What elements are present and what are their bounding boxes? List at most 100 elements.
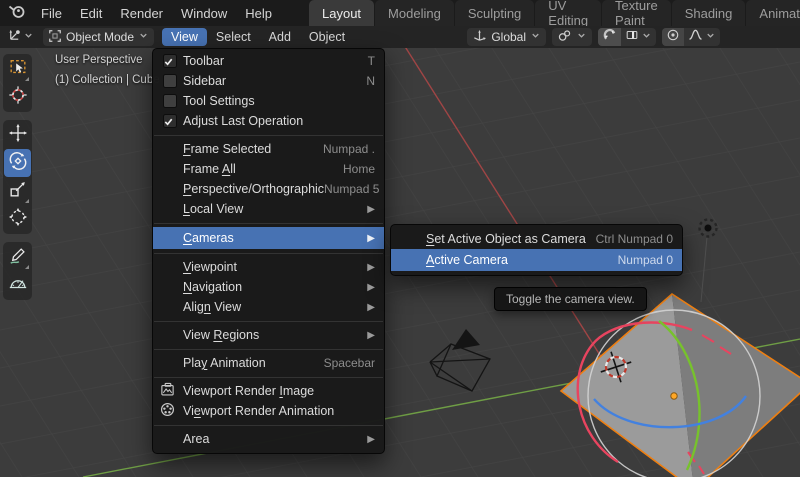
- viewport-menu-view[interactable]: View: [162, 28, 207, 46]
- submenu-arrow-icon: ▶: [367, 433, 375, 445]
- cursor-icon: [8, 85, 28, 110]
- menu-item-perspective-orthographic[interactable]: Perspective/Orthographic Numpad 5: [153, 179, 384, 199]
- chevron-down-icon: [530, 30, 541, 44]
- topbar-menus: File Edit Render Window Help: [32, 0, 281, 26]
- topbar-menu-edit[interactable]: Edit: [71, 0, 111, 26]
- falloff-selector[interactable]: [684, 28, 720, 46]
- menu-item-label: Tool Settings: [183, 94, 255, 108]
- menu-item-hotkey: Numpad 5: [324, 182, 380, 196]
- tab-sculpting[interactable]: Sculpting: [454, 0, 535, 26]
- menu-item-viewport-render-animation[interactable]: Viewport Render Animation: [153, 401, 384, 421]
- menu-item-local-view[interactable]: Local View ▶: [153, 199, 384, 219]
- menu-item-frame-all[interactable]: Frame All Home: [153, 159, 384, 179]
- menu-item-lead: [153, 382, 183, 400]
- viewport-menu-select[interactable]: Select: [207, 28, 260, 46]
- snap-target-icon: [557, 28, 572, 46]
- editor-type-button[interactable]: [4, 26, 37, 48]
- menu-item-label: Play Animation: [183, 356, 266, 370]
- menu-item-label: Frame All: [183, 162, 236, 176]
- viewport-menu-add[interactable]: Add: [260, 28, 300, 46]
- menu-item-view-regions[interactable]: View Regions ▶: [153, 325, 384, 345]
- render-animation-icon: [160, 402, 175, 420]
- tab-modeling[interactable]: Modeling: [375, 0, 454, 26]
- menu-separator: [153, 249, 384, 257]
- chevron-down-icon: [23, 28, 34, 46]
- menu-item-label: Toolbar: [183, 54, 224, 68]
- tool-move[interactable]: [4, 121, 31, 149]
- menu-item-label: Align View: [183, 300, 242, 314]
- menu-item-label: View Regions: [183, 328, 260, 342]
- snap-with-selector[interactable]: [621, 28, 656, 46]
- tool-cursor[interactable]: [4, 83, 31, 111]
- menu-item-frame-selected[interactable]: Frame Selected Numpad .: [153, 139, 384, 159]
- menu-item-align-view[interactable]: Align View ▶: [153, 297, 384, 317]
- tool-transform[interactable]: [4, 205, 31, 233]
- snap-toggle[interactable]: [598, 28, 621, 46]
- menu-item-set-active-object-as-camera[interactable]: Set Active Object as Camera Ctrl Numpad 0: [391, 229, 682, 249]
- menu-item-area[interactable]: Area ▶: [153, 429, 384, 449]
- mode-selector[interactable]: Object Mode: [43, 28, 155, 46]
- menu-item-sidebar[interactable]: Sidebar N: [153, 71, 384, 91]
- viewport-info-collection: (1) Collection | Cube: [55, 74, 160, 86]
- submenu-arrow-icon: ▶: [367, 203, 375, 215]
- tab-uv-editing[interactable]: UV Editing: [535, 0, 602, 28]
- tab-shading[interactable]: Shading: [671, 0, 746, 26]
- falloff-curve-icon: [688, 28, 703, 46]
- measure-icon: [8, 273, 28, 298]
- menu-item-navigation[interactable]: Navigation ▶: [153, 277, 384, 297]
- transform-orientation-selector[interactable]: Global: [467, 28, 546, 46]
- menu-item-cameras[interactable]: Cameras ▶: [153, 227, 384, 249]
- menu-item-tool-settings[interactable]: Tool Settings: [153, 91, 384, 111]
- menu-item-lead: [153, 54, 183, 68]
- checkbox-checked[interactable]: [163, 114, 177, 128]
- topbar: File Edit Render Window Help Layout Modeling S…: [0, 0, 800, 28]
- rotate-icon: [8, 151, 28, 176]
- mode-label: Object Mode: [66, 30, 135, 44]
- sub-tools-indicator: [25, 77, 29, 81]
- tab-layout[interactable]: Layout: [309, 0, 375, 26]
- viewport-menu-object[interactable]: Object: [300, 28, 354, 46]
- topbar-menu-render[interactable]: Render: [111, 0, 172, 26]
- topbar-menu-window[interactable]: Window: [172, 0, 236, 26]
- tool-group: [3, 120, 32, 234]
- menu-item-play-animation[interactable]: Play Animation Spacebar: [153, 353, 384, 373]
- tool-measure[interactable]: [4, 271, 31, 299]
- tool-group: [3, 54, 32, 112]
- tool-scale[interactable]: [4, 177, 31, 205]
- proportional-edit-controls: [662, 28, 720, 46]
- tool-rotate[interactable]: [4, 149, 31, 177]
- editor-type-icon: [7, 27, 22, 47]
- menu-item-adjust-last-operation[interactable]: Adjust Last Operation: [153, 111, 384, 131]
- menu-item-toolbar[interactable]: Toolbar T: [153, 51, 384, 71]
- checkbox-checked[interactable]: [163, 54, 177, 68]
- orientation-icon: [472, 28, 487, 46]
- object-mode-icon: [48, 29, 62, 46]
- menu-item-viewport-render-image[interactable]: Viewport Render Image: [153, 381, 384, 401]
- snap-target-selector[interactable]: [552, 28, 592, 46]
- menu-item-label: Viewport Render Animation: [183, 404, 335, 418]
- chevron-down-icon: [576, 30, 587, 44]
- tab-animation[interactable]: Animation: [746, 0, 800, 26]
- menu-item-active-camera[interactable]: Active Camera Numpad 0: [391, 249, 682, 271]
- tool-select-box[interactable]: [4, 55, 31, 83]
- submenu-arrow-icon: ▶: [367, 281, 375, 293]
- checkbox-unchecked[interactable]: [163, 94, 177, 108]
- tab-texture-paint[interactable]: Texture Paint: [602, 0, 671, 28]
- blender-logo-icon[interactable]: [8, 3, 26, 23]
- orientation-label: Global: [491, 30, 526, 44]
- menu-item-label: Viewport Render Image: [183, 384, 315, 398]
- menu-item-label: Perspective/Orthographic: [183, 182, 325, 196]
- tool-annotate[interactable]: [4, 243, 31, 271]
- checkbox-unchecked[interactable]: [163, 74, 177, 88]
- menu-item-label: Active Camera: [426, 253, 508, 267]
- proportional-edit-toggle[interactable]: [662, 28, 684, 46]
- transform-icon: [8, 207, 28, 232]
- magnet-icon: [602, 28, 617, 46]
- menu-item-hotkey: T: [367, 54, 375, 68]
- snap-with-icon: [625, 28, 639, 46]
- menu-item-hotkey: Numpad .: [322, 142, 375, 156]
- menu-item-viewpoint[interactable]: Viewpoint ▶: [153, 257, 384, 277]
- menu-item-label: Cameras: [183, 231, 234, 245]
- topbar-menu-help[interactable]: Help: [236, 0, 281, 26]
- topbar-menu-file[interactable]: File: [32, 0, 71, 26]
